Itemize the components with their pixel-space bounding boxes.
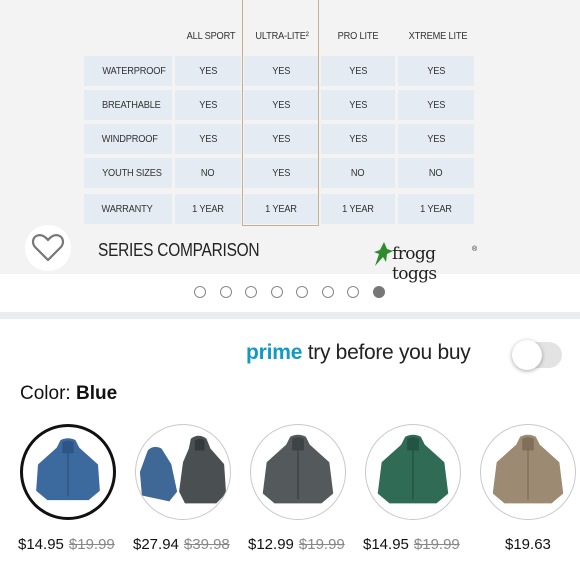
list-price: $19.99 (298, 536, 345, 553)
color-swatch-charcoal[interactable] (250, 424, 346, 520)
comparison-cell: YES (244, 90, 318, 120)
comparison-cell: YES (398, 56, 474, 86)
heart-icon (31, 234, 65, 262)
poncho-image (492, 434, 564, 504)
comparison-cell: 1 YEAR (175, 194, 241, 224)
try-before-you-buy-toggle[interactable] (512, 340, 562, 370)
comparison-cell: YES (175, 56, 241, 86)
column-header-all-sport: ALL SPORT (186, 30, 236, 42)
row-label-breathable: BREATHABLE (84, 90, 172, 120)
row-label-windproof: WINDPROOF (84, 124, 172, 154)
carousel-dot-active[interactable] (372, 286, 385, 298)
list-price: $19.99 (68, 536, 115, 553)
row-label-warranty: WARRANTY (84, 194, 172, 224)
brand-name: frogg toggs (392, 244, 437, 284)
comparison-cell: YES (244, 56, 318, 86)
variant-price-blue-charcoal: $27.94 $39.98 (133, 536, 230, 553)
comparison-cell: 1 YEAR (398, 194, 474, 224)
toggle-knob (512, 340, 542, 370)
color-swatch-blue-charcoal[interactable] (135, 424, 231, 520)
comparison-cell: NO (321, 158, 395, 188)
color-selector-label: Color: Blue (20, 383, 117, 405)
column-header-xtreme-lite: XTREME LITE (408, 30, 468, 42)
comparison-cell: YES (175, 124, 241, 154)
comparison-cell: YES (398, 90, 474, 120)
comparison-cell: NO (398, 158, 474, 188)
registered-mark: ® (472, 246, 478, 253)
color-swatch-khaki[interactable] (480, 424, 576, 520)
prime-logo-text: prime (246, 341, 303, 364)
variant-price-green: $14.95 $19.99 (363, 536, 460, 553)
comparison-cell: 1 YEAR (321, 194, 395, 224)
list-price: $39.98 (183, 536, 230, 553)
current-price: $14.95 (363, 536, 409, 553)
current-price: $19.63 (505, 536, 551, 553)
prime-try-before-you-buy: prime try before you buy (246, 341, 471, 365)
color-swatch-blue[interactable] (20, 424, 116, 520)
comparison-cell: YES (175, 90, 241, 120)
column-header-ultra-lite: ULTRA-LITE² (255, 30, 309, 42)
carousel-dot[interactable] (219, 286, 232, 298)
variant-price-khaki: $19.63 (505, 536, 551, 553)
product-image[interactable]: ALL SPORT ULTRA-LITE² PRO LITE XTREME LI… (0, 0, 580, 284)
carousel-dot[interactable] (194, 286, 206, 298)
comparison-cell: YES (321, 56, 395, 86)
try-before-you-buy-label: try before you buy (302, 341, 471, 364)
series-comparison-title: SERIES COMPARISON (98, 240, 260, 260)
poncho-image (36, 438, 100, 501)
image-carousel-dots (194, 286, 385, 298)
frogg-toggs-logo: frogg toggs ® (372, 238, 482, 284)
section-divider (0, 312, 580, 319)
comparison-cell: YES (244, 124, 318, 154)
current-price: $14.95 (18, 536, 64, 553)
carousel-dot[interactable] (270, 286, 283, 298)
carousel-dot[interactable] (321, 286, 334, 298)
wishlist-button[interactable] (25, 225, 71, 271)
current-price: $12.99 (248, 536, 294, 553)
carousel-dot[interactable] (296, 286, 308, 298)
comparison-cell: 1 YEAR (244, 194, 318, 224)
comparison-cell: NO (175, 158, 241, 188)
selected-color-name: Blue (75, 383, 118, 404)
variant-price-blue: $14.95 $19.99 (18, 536, 115, 553)
color-label: Color: (20, 383, 76, 404)
comparison-cell: YES (321, 90, 395, 120)
variant-price-charcoal: $12.99 $19.99 (248, 536, 345, 553)
carousel-dot[interactable] (347, 286, 359, 298)
comparison-cell: YES (244, 158, 318, 188)
poncho-image (139, 435, 227, 504)
poncho-image (262, 434, 334, 504)
comparison-cell: YES (398, 124, 474, 154)
poncho-image (377, 434, 449, 504)
row-label-waterproof: WATERPROOF (84, 56, 172, 86)
list-price: $19.99 (413, 536, 460, 553)
comparison-cell: YES (321, 124, 395, 154)
column-header-pro-lite: PRO LITE (337, 30, 379, 42)
row-label-youth-sizes: YOUTH SIZES (84, 158, 172, 188)
color-swatch-green[interactable] (365, 424, 461, 520)
carousel-dot[interactable] (245, 286, 257, 298)
current-price: $27.94 (133, 536, 179, 553)
